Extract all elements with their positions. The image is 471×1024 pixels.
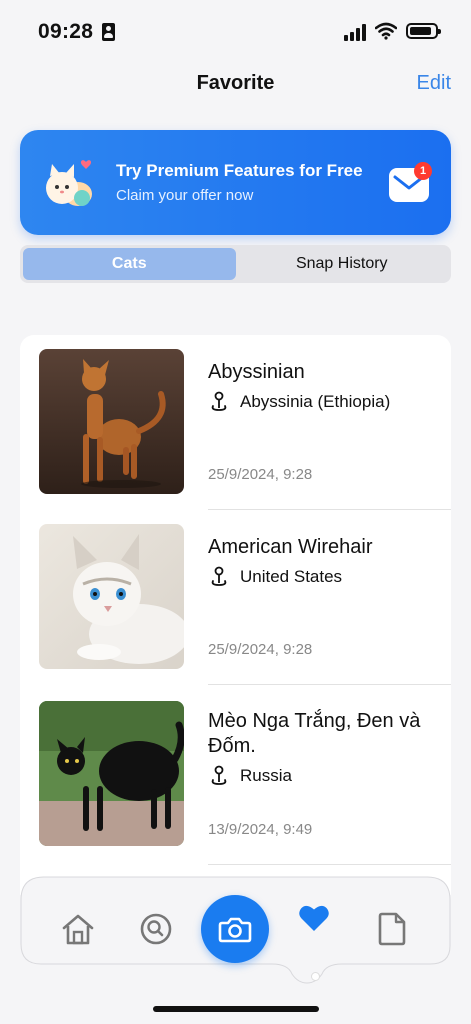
nav-home[interactable]	[58, 909, 98, 949]
nav-favorite[interactable]	[294, 898, 334, 938]
cat-photo	[39, 524, 184, 669]
saved-date: 13/9/2024, 9:49	[208, 821, 313, 838]
banner-subtitle: Claim your offer now	[116, 187, 254, 204]
camera-button[interactable]	[201, 895, 269, 963]
status-time: 09:28	[38, 20, 94, 43]
banner-title: Try Premium Features for Free	[116, 161, 363, 180]
cat-name: Abyssinian	[208, 361, 305, 383]
location-pin-icon	[211, 765, 227, 785]
favorites-list: Abyssinian Abyssinia (Ethiopia) 25/9/202…	[20, 335, 451, 895]
page-title: Favorite	[196, 72, 275, 94]
active-indicator-dot	[311, 972, 320, 981]
origin-row: Abyssinia (Ethiopia)	[208, 391, 390, 413]
search-icon	[140, 913, 172, 945]
origin-row: United States	[208, 566, 342, 588]
saved-date: 25/9/2024, 9:28	[208, 641, 313, 658]
tab-snap-history[interactable]: Snap History	[236, 248, 449, 280]
list-item[interactable]: Mèo Nga Trắng, Đen và Đốm. Russia 13/9/2…	[20, 685, 451, 865]
location-pin-icon	[211, 391, 227, 411]
heart-icon	[299, 905, 329, 931]
segmented-control: Cats Snap History	[20, 245, 451, 283]
status-bar: 09:28	[0, 0, 471, 60]
wifi-icon	[375, 22, 397, 40]
nav-search[interactable]	[136, 909, 176, 949]
tab-cats[interactable]: Cats	[23, 248, 236, 280]
camera-icon	[218, 917, 252, 943]
home-icon	[62, 914, 94, 945]
origin-text: Abyssinia (Ethiopia)	[240, 392, 391, 411]
cat-mascot-icon	[46, 160, 92, 206]
list-item[interactable]: American Wirehair United States 25/9/202…	[20, 510, 451, 685]
contact-badge-icon	[102, 23, 115, 41]
cellular-signal-icon	[344, 24, 368, 41]
document-icon	[378, 912, 406, 946]
home-indicator	[153, 1006, 319, 1012]
bottom-navigation-bar	[20, 876, 451, 984]
origin-row: Russia	[208, 765, 292, 787]
location-pin-icon	[211, 566, 227, 586]
edit-button[interactable]: Edit	[417, 72, 451, 95]
battery-icon	[406, 23, 441, 39]
cat-name: Mèo Nga Trắng, Đen và Đốm.	[208, 710, 421, 757]
origin-text: Russia	[240, 766, 292, 785]
cat-photo	[39, 701, 184, 846]
list-item[interactable]: Abyssinian Abyssinia (Ethiopia) 25/9/202…	[20, 335, 451, 510]
cat-photo	[39, 349, 184, 494]
divider	[208, 864, 451, 865]
notification-badge: 1	[414, 162, 432, 180]
nav-history[interactable]	[372, 909, 412, 949]
saved-date: 25/9/2024, 9:28	[208, 466, 313, 483]
premium-offer-banner[interactable]: Try Premium Features for Free Claim your…	[20, 130, 451, 235]
cat-name: American Wirehair	[208, 536, 373, 558]
origin-text: United States	[240, 567, 343, 586]
